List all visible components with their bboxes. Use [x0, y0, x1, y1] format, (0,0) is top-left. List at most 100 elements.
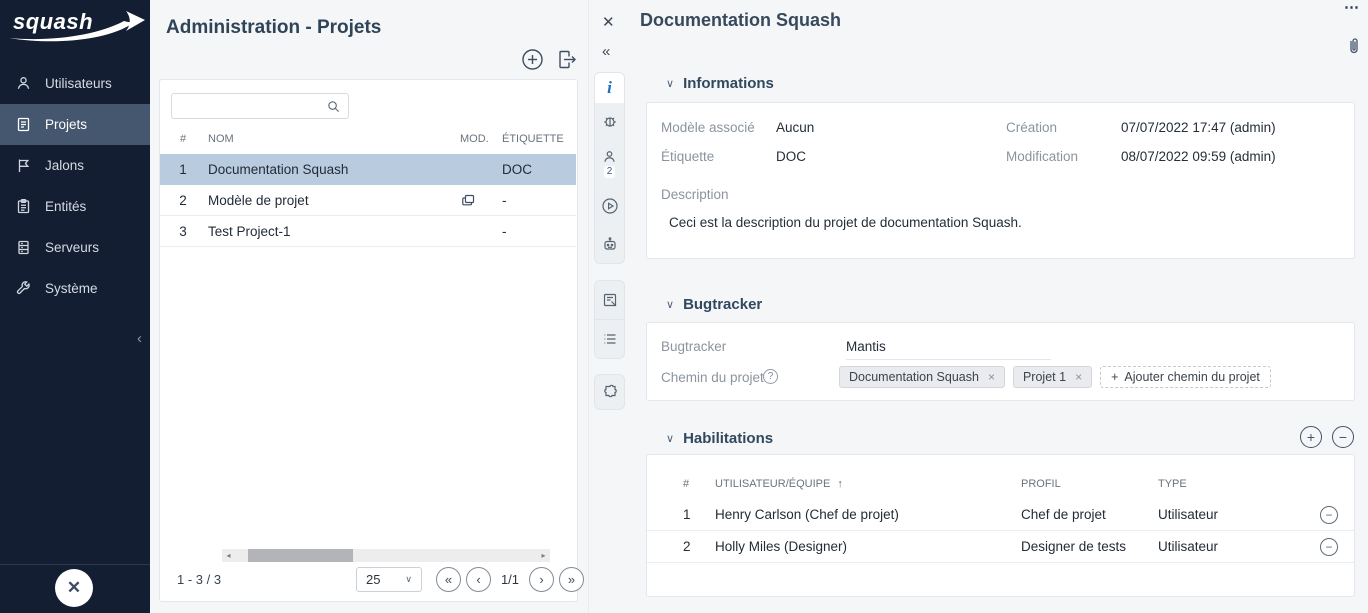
horizontal-scrollbar[interactable]: ◂ ▸ — [222, 549, 550, 562]
row-name: Documentation Squash — [206, 162, 460, 177]
help-icon[interactable]: ? — [763, 369, 778, 384]
add-habilitation-button[interactable]: + — [1300, 426, 1322, 448]
section-heading: Informations — [683, 75, 774, 92]
page-size-select[interactable]: 25 ∨ — [356, 567, 422, 592]
col-etiquette[interactable]: ÉTIQUETTE — [502, 133, 576, 145]
detail-collapse-button[interactable]: « — [602, 43, 610, 60]
col-profil[interactable]: PROFIL — [1021, 478, 1158, 490]
export-button[interactable] — [555, 48, 578, 71]
last-page-button[interactable]: » — [559, 567, 584, 592]
tab-list[interactable] — [595, 320, 624, 358]
sidebar-collapse-chevron[interactable]: ‹ — [137, 330, 142, 347]
row-label: DOC — [502, 162, 576, 177]
row-type: Utilisateur — [1158, 507, 1304, 522]
row-profil[interactable]: Chef de projet — [1021, 507, 1158, 522]
creation-value: 07/07/2022 17:47 (admin) — [1121, 120, 1276, 135]
sidebar-item-label: Système — [45, 281, 98, 296]
report-icon — [601, 291, 619, 309]
habilitation-row[interactable]: 1 Henry Carlson (Chef de projet) Chef de… — [647, 499, 1354, 531]
plus-icon: + — [1111, 370, 1118, 384]
chevron-down-icon[interactable]: ∨ — [666, 298, 674, 311]
attachments-button[interactable] — [1346, 36, 1362, 56]
tab-automation[interactable] — [595, 225, 624, 263]
sidebar-item-jalons[interactable]: Jalons — [0, 145, 150, 186]
server-icon — [15, 239, 32, 256]
scrollbar-thumb[interactable] — [248, 549, 353, 562]
tag-value[interactable]: DOC — [776, 149, 806, 164]
sidebar-item-serveurs[interactable]: Serveurs — [0, 227, 150, 268]
sidebar-item-systeme[interactable]: Système — [0, 268, 150, 309]
logo-text: squash — [13, 9, 93, 35]
bugtracker-label: Bugtracker — [661, 339, 726, 354]
tab-bugtracker[interactable] — [595, 103, 624, 139]
flag-icon — [15, 157, 32, 174]
habilitations-table-header: # UTILISATEUR/ÉQUIPE ↑ PROFIL TYPE — [647, 469, 1354, 499]
projects-list-card: # NOM MOD. ÉTIQUETTE 1 Documentation Squ… — [159, 79, 578, 602]
remove-habilitation-button[interactable]: − — [1332, 426, 1354, 448]
remove-row-button[interactable]: − — [1320, 538, 1338, 556]
col-user-label: UTILISATEUR/ÉQUIPE — [715, 478, 830, 490]
add-project-path-button[interactable]: + Ajouter chemin du projet — [1100, 366, 1271, 388]
row-num: 2 — [160, 193, 206, 208]
next-page-button[interactable]: › — [529, 567, 554, 592]
robot-icon — [601, 235, 619, 253]
tab-reports[interactable] — [595, 281, 624, 319]
row-name: Test Project-1 — [206, 224, 460, 239]
chip-remove-icon[interactable]: × — [988, 370, 995, 384]
row-num: 2 — [683, 539, 715, 554]
scroll-left-arrow[interactable]: ◂ — [222, 549, 235, 562]
row-count: 1 - 3 / 3 — [177, 572, 221, 587]
sidebar-item-projets[interactable]: Projets — [0, 104, 150, 145]
chevron-down-icon[interactable]: ∨ — [666, 77, 674, 90]
close-administration-button[interactable]: ✕ — [55, 569, 93, 607]
add-project-button[interactable] — [521, 48, 544, 71]
bugtracker-value[interactable]: Mantis — [846, 339, 1051, 360]
more-menu-button[interactable]: ⋯ — [1344, 0, 1360, 16]
tab-executions[interactable] — [595, 187, 624, 225]
table-row[interactable]: 2 Modèle de projet - — [160, 185, 576, 216]
informations-card: Modèle associé Aucun Création 07/07/2022… — [646, 102, 1355, 259]
col-type[interactable]: TYPE — [1158, 478, 1304, 490]
remove-row-button[interactable]: − — [1320, 506, 1338, 524]
prev-page-button[interactable]: ‹ — [466, 567, 491, 592]
panel-divider — [588, 0, 589, 613]
table-row[interactable]: 3 Test Project-1 - — [160, 216, 576, 247]
row-num: 3 — [160, 224, 206, 239]
row-label: - — [502, 193, 576, 208]
sort-asc-icon[interactable]: ↑ — [837, 478, 843, 490]
tab-habilitations[interactable]: 2 — [595, 139, 624, 187]
search-icon — [327, 100, 340, 113]
col-mod[interactable]: MOD. — [460, 133, 502, 145]
pagination: « ‹ 1/1 › » — [436, 567, 584, 592]
path-chip[interactable]: Documentation Squash × — [839, 366, 1005, 388]
col-user[interactable]: UTILISATEUR/ÉQUIPE ↑ — [715, 478, 1021, 490]
row-num: 1 — [160, 162, 206, 177]
tab-informations[interactable]: i — [595, 73, 624, 103]
chip-remove-icon[interactable]: × — [1075, 370, 1082, 384]
sidebar-item-utilisateurs[interactable]: Utilisateurs — [0, 63, 150, 104]
scroll-right-arrow[interactable]: ▸ — [537, 549, 550, 562]
sidebar-item-entites[interactable]: Entités — [0, 186, 150, 227]
table-row[interactable]: 1 Documentation Squash DOC — [160, 154, 576, 185]
description-value[interactable]: Ceci est la description du projet de doc… — [669, 215, 1022, 230]
col-num: # — [160, 133, 206, 145]
habilitations-count-badge: 2 — [604, 166, 616, 178]
tab-plugins[interactable] — [595, 375, 624, 409]
first-page-button[interactable]: « — [436, 567, 461, 592]
search-input[interactable] — [178, 95, 324, 117]
section-informations-header: ∨ Informations — [666, 75, 774, 92]
chevron-down-icon[interactable]: ∨ — [666, 432, 674, 445]
row-profil[interactable]: Designer de tests — [1021, 539, 1158, 554]
play-circle-icon — [601, 197, 619, 215]
sidebar-item-label: Serveurs — [45, 240, 99, 255]
path-chip[interactable]: Projet 1 × — [1013, 366, 1092, 388]
habilitations-actions: + − — [1300, 426, 1354, 448]
habilitation-row[interactable]: 2 Holly Miles (Designer) Designer de tes… — [647, 531, 1354, 563]
detail-close-button[interactable]: ✕ — [602, 13, 615, 31]
chip-label: Documentation Squash — [849, 370, 979, 384]
projects-table-header: # NOM MOD. ÉTIQUETTE — [160, 124, 576, 154]
sidebar: squash Utilisateurs Projets Jalons Entit… — [0, 0, 150, 613]
col-nom[interactable]: NOM — [206, 133, 460, 145]
model-value[interactable]: Aucun — [776, 120, 814, 135]
detail-toolbar-plugins — [594, 374, 625, 410]
